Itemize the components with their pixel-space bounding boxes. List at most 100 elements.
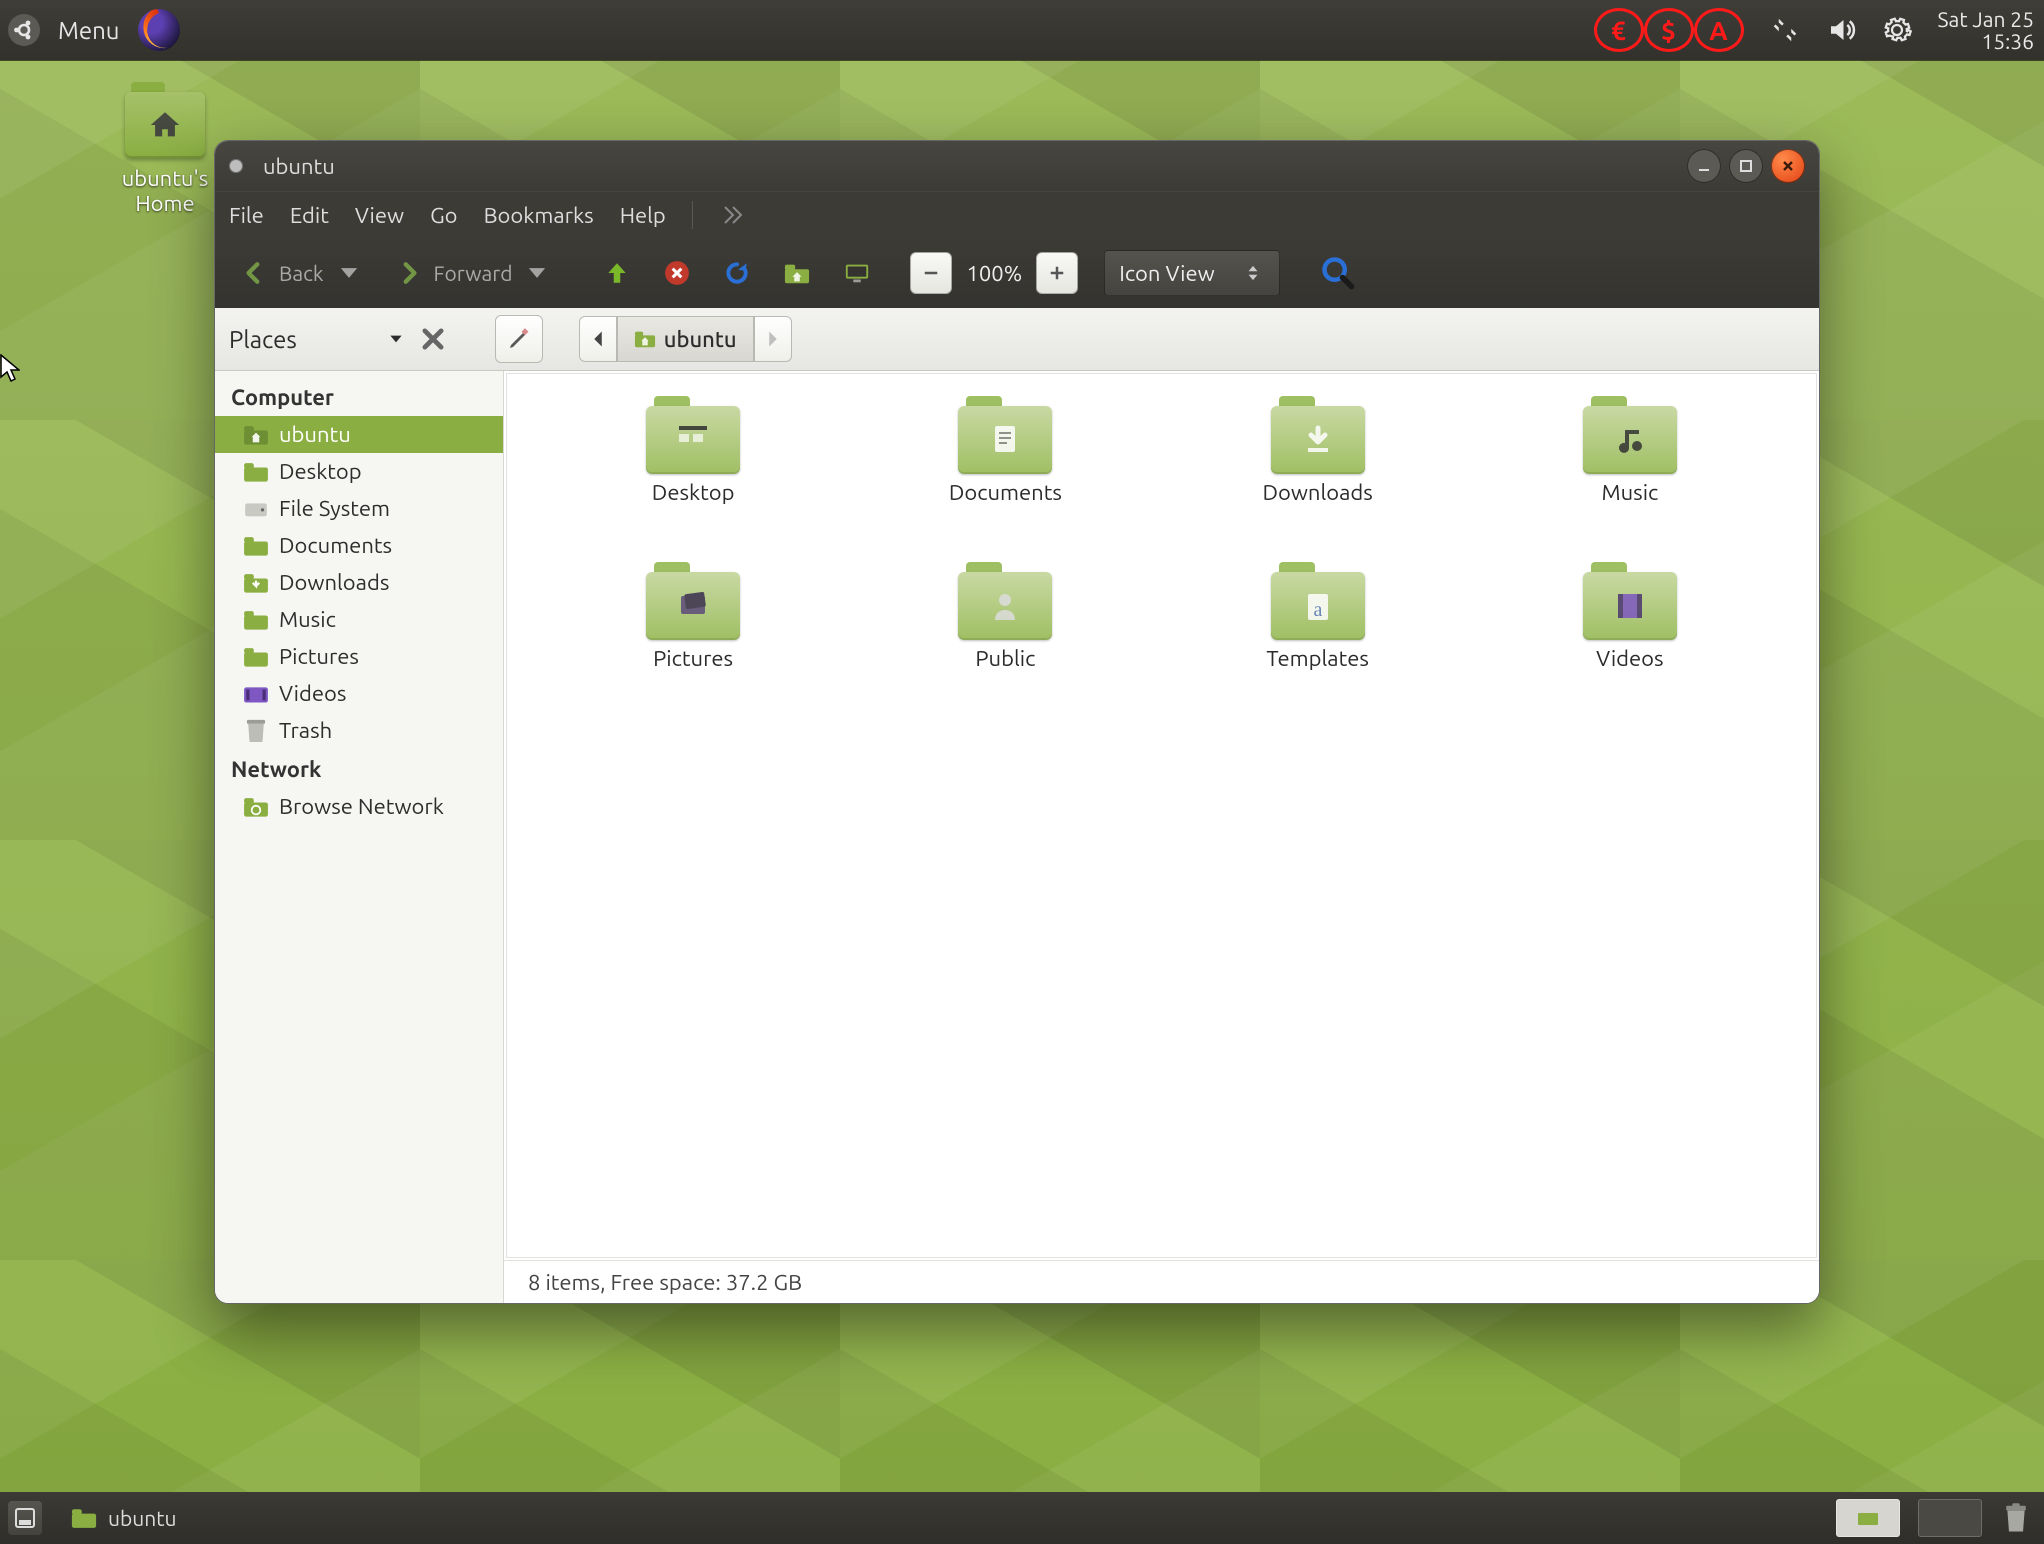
chevron-down-icon bbox=[524, 260, 550, 286]
search-button[interactable] bbox=[1306, 251, 1370, 295]
maximize-button[interactable] bbox=[1729, 149, 1763, 183]
view-mode-dropdown[interactable]: Icon View bbox=[1104, 250, 1280, 296]
sidebar-item-network[interactable]: Browse Network bbox=[215, 788, 503, 825]
window-menu-dot[interactable] bbox=[229, 159, 243, 173]
videos-icon bbox=[1583, 572, 1677, 640]
folder-pictures[interactable]: Pictures bbox=[646, 562, 740, 671]
volume-icon[interactable] bbox=[1826, 15, 1856, 45]
folder-icon bbox=[243, 572, 269, 594]
menubar: File Edit View Go Bookmarks Help bbox=[215, 191, 1819, 238]
folder-grid[interactable]: Desktop Documents Downloads Music Pictures Pu… bbox=[506, 373, 1817, 1258]
folder-icon bbox=[243, 609, 269, 631]
clock[interactable]: Sat Jan 25 15:36 bbox=[1938, 8, 2035, 52]
panel-trash-icon[interactable] bbox=[2000, 1502, 2032, 1534]
music-icon bbox=[1583, 406, 1677, 474]
back-label: Back bbox=[279, 261, 324, 285]
zoom-percent: 100% bbox=[954, 261, 1034, 286]
titlebar[interactable]: ubuntu bbox=[215, 141, 1819, 191]
sidebar-item-filesystem[interactable]: File System bbox=[215, 490, 503, 527]
menu-button[interactable]: Menu bbox=[58, 17, 120, 44]
bottom-panel: ubuntu bbox=[0, 1492, 2044, 1544]
sidebar-item-trash[interactable]: Trash bbox=[215, 712, 503, 749]
ubuntu-logo-icon[interactable] bbox=[8, 14, 40, 46]
pictures-icon bbox=[646, 572, 740, 640]
folder-label: Desktop bbox=[652, 480, 735, 505]
indicator-circle-2[interactable]: $ bbox=[1644, 8, 1694, 52]
breadcrumb-current[interactable]: ubuntu bbox=[617, 316, 754, 362]
menu-view[interactable]: View bbox=[355, 203, 404, 228]
network-folder-icon bbox=[243, 796, 269, 818]
menu-file[interactable]: File bbox=[229, 203, 264, 228]
sidebar-item-videos[interactable]: Videos bbox=[215, 675, 503, 712]
top-panel: Menu € $ A Sat Jan 25 15:36 bbox=[0, 0, 2044, 60]
sidebar-heading-computer: Computer bbox=[215, 377, 503, 416]
clock-date: Sat Jan 25 bbox=[1938, 8, 2035, 30]
sidebar-item-ubuntu[interactable]: ubuntu bbox=[215, 416, 503, 453]
content-area: Desktop Documents Downloads Music Pictures Pu… bbox=[504, 371, 1819, 1303]
folder-documents[interactable]: Documents bbox=[949, 396, 1062, 505]
sidebar-item-downloads[interactable]: Downloads bbox=[215, 564, 503, 601]
folder-templates[interactable]: a Templates bbox=[1266, 562, 1369, 671]
home-icon bbox=[125, 92, 205, 158]
sidebar-item-music[interactable]: Music bbox=[215, 601, 503, 638]
sidebar-close-icon[interactable] bbox=[419, 325, 447, 353]
minimize-button[interactable] bbox=[1687, 149, 1721, 183]
file-manager-window: ubuntu File Edit View Go Bookmarks Help … bbox=[214, 140, 1820, 1304]
folder-public[interactable]: Public bbox=[958, 562, 1052, 671]
menu-go[interactable]: Go bbox=[430, 203, 457, 228]
folder-label: Videos bbox=[1596, 646, 1663, 671]
indicator-icons[interactable]: € $ A bbox=[1594, 8, 1744, 52]
trash-icon bbox=[243, 720, 269, 742]
folder-music[interactable]: Music bbox=[1583, 396, 1677, 505]
close-button[interactable] bbox=[1771, 149, 1805, 183]
task-label: ubuntu bbox=[108, 1506, 177, 1530]
indicator-circle-3[interactable]: A bbox=[1694, 8, 1744, 52]
menu-help[interactable]: Help bbox=[620, 203, 666, 228]
computer-toolbar-button[interactable] bbox=[830, 251, 884, 295]
workspace-2[interactable] bbox=[1918, 1499, 1982, 1537]
firefox-launcher-icon[interactable] bbox=[138, 9, 180, 51]
folder-icon bbox=[243, 461, 269, 483]
menu-bookmarks[interactable]: Bookmarks bbox=[484, 203, 594, 228]
zoom-out-button[interactable] bbox=[910, 252, 952, 294]
back-button[interactable]: Back bbox=[227, 251, 376, 295]
sidebar-item-documents[interactable]: Documents bbox=[215, 527, 503, 564]
folder-videos[interactable]: Videos bbox=[1583, 562, 1677, 671]
settings-gear-icon[interactable] bbox=[1882, 15, 1912, 45]
home-toolbar-button[interactable] bbox=[770, 251, 824, 295]
folder-downloads[interactable]: Downloads bbox=[1262, 396, 1372, 505]
svg-text:a: a bbox=[1313, 599, 1322, 621]
chevron-down-icon bbox=[336, 260, 362, 286]
video-folder-icon bbox=[243, 683, 269, 705]
reload-button[interactable] bbox=[710, 251, 764, 295]
zoom-control: 100% bbox=[910, 252, 1078, 294]
path-forward-button[interactable] bbox=[754, 316, 792, 362]
forward-label: Forward bbox=[434, 261, 513, 285]
up-button[interactable] bbox=[590, 251, 644, 295]
folder-label: Templates bbox=[1266, 646, 1369, 671]
sidebar-item-pictures[interactable]: Pictures bbox=[215, 638, 503, 675]
window-title: ubuntu bbox=[263, 154, 335, 179]
workspace-1[interactable] bbox=[1836, 1499, 1900, 1537]
places-label: Places bbox=[229, 326, 297, 353]
taskbar-task-filemanager[interactable]: ubuntu bbox=[56, 1506, 191, 1530]
drive-icon bbox=[243, 498, 269, 520]
toolbar: Back Forward 100% bbox=[215, 238, 1819, 308]
path-back-button[interactable] bbox=[579, 316, 617, 362]
network-icon[interactable] bbox=[1770, 15, 1800, 45]
sidebar-item-desktop[interactable]: Desktop bbox=[215, 453, 503, 490]
forward-button[interactable]: Forward bbox=[382, 251, 565, 295]
folder-label: Pictures bbox=[653, 646, 733, 671]
indicator-circle-1[interactable]: € bbox=[1594, 8, 1644, 52]
view-mode-label: Icon View bbox=[1119, 261, 1215, 286]
show-desktop-button[interactable] bbox=[8, 1501, 42, 1535]
sidebar-heading-network: Network bbox=[215, 749, 503, 788]
zoom-in-button[interactable] bbox=[1036, 252, 1078, 294]
edit-path-button[interactable] bbox=[495, 315, 543, 363]
folder-desktop[interactable]: Desktop bbox=[646, 396, 740, 505]
overflow-chevron-icon[interactable] bbox=[719, 205, 745, 225]
folder-label: Public bbox=[975, 646, 1035, 671]
places-dropdown[interactable]: Places bbox=[229, 326, 405, 353]
stop-button[interactable] bbox=[650, 251, 704, 295]
menu-edit[interactable]: Edit bbox=[290, 203, 329, 228]
